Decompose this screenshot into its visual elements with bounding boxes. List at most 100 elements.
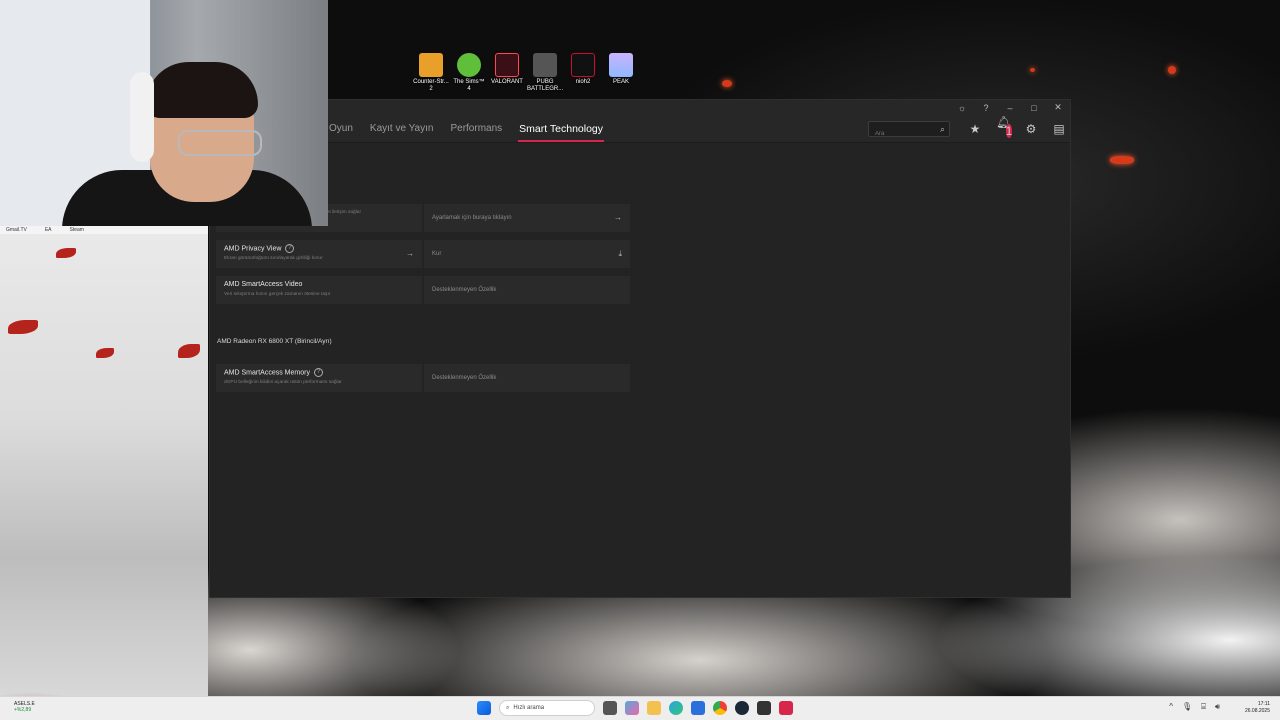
feature-action-label: Ayarlamak için buraya tıklayın bbox=[432, 215, 512, 221]
feature-description: Ekran görünürlüğünü sınırlayarak gizlili… bbox=[224, 256, 323, 262]
notification-badge: 1 bbox=[1005, 124, 1013, 138]
arrow-right-icon: → bbox=[614, 213, 622, 222]
sidebar-toggle-icon[interactable]: ▤ bbox=[1052, 122, 1066, 136]
stock-widget[interactable]: ASELS.E +%2,89 bbox=[14, 701, 35, 713]
chevron-up-icon[interactable]: ^ bbox=[1169, 702, 1173, 712]
wallpaper-ember bbox=[722, 80, 732, 87]
help-circle-icon[interactable]: ? bbox=[285, 244, 295, 253]
feature-status: Desteklenmeyen Özellik bbox=[424, 276, 630, 304]
wallpaper-ember bbox=[1030, 68, 1035, 72]
nav-tabs: Oyun Kayıt ve Yayın Performans Smart Tec… bbox=[328, 115, 604, 143]
desktop-icon-counter-strike[interactable]: Counter-Str... 2 bbox=[413, 53, 449, 93]
peak-icon bbox=[609, 53, 633, 77]
feature-row-smartaccess-video: AMD SmartAccess Video Veri sıkıştırma hı… bbox=[216, 276, 630, 304]
microphone-icon[interactable]: 🎙︎ bbox=[1182, 702, 1192, 712]
feature-action[interactable]: Ayarlamak için buraya tıklayın → bbox=[424, 204, 630, 232]
minimize-button[interactable]: – bbox=[1004, 103, 1016, 113]
amd-software-icon[interactable] bbox=[779, 701, 793, 715]
edge-icon[interactable] bbox=[669, 701, 683, 715]
settings-gear-icon[interactable]: ⚙ bbox=[1024, 122, 1038, 136]
maximize-button[interactable]: □ bbox=[1028, 103, 1040, 113]
unsupported-label: Desteklenmeyen Özellik bbox=[432, 287, 497, 293]
falling-leaf bbox=[96, 348, 114, 358]
feature-description: Veri sıkıştırma hızını gerçek zamanın öt… bbox=[224, 292, 331, 297]
desktop-icon-label: Counter-Str... 2 bbox=[413, 79, 449, 92]
counter-strike-icon bbox=[419, 53, 443, 77]
clock[interactable]: 17:11 26.08.2025 bbox=[1245, 701, 1270, 715]
steam-icon[interactable] bbox=[735, 701, 749, 715]
bug-report-icon[interactable]: ☼ bbox=[956, 103, 968, 113]
network-icon[interactable]: ⌸ bbox=[1201, 702, 1206, 712]
feature-info: AMD SmartAccess Video Veri sıkıştırma hı… bbox=[216, 276, 422, 304]
desktop-icon-label: VALORANT bbox=[491, 79, 523, 85]
title-bar: ☼ ? – □ ✕ bbox=[210, 100, 1070, 115]
tab-oyun[interactable]: Oyun bbox=[328, 115, 354, 143]
app-window-icon[interactable] bbox=[757, 701, 771, 715]
taskbar-apps: ⌕ Hızlı arama bbox=[477, 700, 793, 716]
volume-icon[interactable]: 🔊︎ bbox=[1215, 702, 1220, 712]
glasses bbox=[178, 130, 262, 156]
taskbar-search-label: Hızlı arama bbox=[513, 705, 545, 711]
close-button[interactable]: ✕ bbox=[1052, 102, 1064, 113]
nav-icons: ★ 🔔︎1 ⚙ ▤ bbox=[968, 115, 1066, 143]
desktop-icon-pubg[interactable]: PUBG BATTLEGR... bbox=[527, 53, 563, 93]
tab-kayit-ve-yayin[interactable]: Kayıt ve Yayın bbox=[369, 115, 435, 143]
desktop-icon-valorant[interactable]: VALORANT bbox=[489, 53, 525, 93]
chrome-icon[interactable] bbox=[713, 701, 727, 715]
feature-name: AMD SmartAccess Memory bbox=[224, 369, 310, 377]
bookmark-item[interactable]: Gmail.TV bbox=[6, 227, 27, 233]
clock-date: 26.08.2025 bbox=[1244, 708, 1270, 714]
file-explorer-icon[interactable] bbox=[647, 701, 661, 715]
nioh2-icon bbox=[571, 53, 595, 77]
feature-row-smartaccess-memory: AMD SmartAccess Memory? dGPU belleğinin … bbox=[216, 364, 630, 392]
task-view-icon[interactable] bbox=[603, 701, 617, 715]
desktop-icons: Counter-Str... 2 The Sims™ 4 VALORANT PU… bbox=[413, 53, 639, 93]
desktop-icon-label: nioh2 bbox=[575, 79, 591, 85]
install-label: Kur bbox=[432, 251, 442, 257]
bookmarks-bar: Gmail.TV EA Steam bbox=[0, 226, 208, 234]
search-input[interactable] bbox=[869, 127, 931, 141]
falling-leaf bbox=[56, 248, 76, 258]
taskbar: ASELS.E +%2,89 ⌕ Hızlı arama ^ 🎙︎ ⌸ 🔊︎ 1… bbox=[0, 696, 1280, 720]
desktop-icon-sims[interactable]: The Sims™ 4 bbox=[451, 53, 487, 93]
amd-software-window: ☼ ? – □ ✕ Oyun Kayıt ve Yayın Performans… bbox=[209, 99, 1071, 598]
bookmark-item[interactable]: Steam bbox=[70, 227, 84, 233]
notifications-bell-icon[interactable]: 🔔︎1 bbox=[996, 115, 1013, 143]
bookmark-item[interactable]: EA bbox=[45, 227, 52, 233]
smart-technology-content: a net iletişim sağlar Ayarlamak için bur… bbox=[210, 144, 1070, 597]
help-icon[interactable]: ? bbox=[980, 103, 992, 113]
feature-name: AMD Privacy View bbox=[224, 245, 282, 253]
desktop-icon-peak[interactable]: PEAK bbox=[603, 53, 639, 93]
valorant-icon bbox=[495, 53, 519, 77]
clock-time: 17:11 bbox=[1257, 701, 1270, 707]
help-circle-icon[interactable]: ? bbox=[313, 368, 323, 377]
tab-smart-technology[interactable]: Smart Technology bbox=[518, 115, 604, 143]
store-icon[interactable] bbox=[691, 701, 705, 715]
favorites-star-icon[interactable]: ★ bbox=[968, 122, 982, 136]
feature-name-wrap: AMD SmartAccess Memory? bbox=[224, 368, 414, 378]
tab-performans[interactable]: Performans bbox=[449, 115, 503, 143]
search-box: ⌕ bbox=[868, 121, 950, 141]
feature-name-wrap: AMD Privacy View? bbox=[224, 244, 414, 254]
feature-name: AMD SmartAccess Video bbox=[224, 281, 303, 288]
browser-background bbox=[0, 234, 208, 696]
feature-info[interactable]: AMD Privacy View? Ekran görünürlüğünü sı… bbox=[216, 240, 422, 268]
windows-start-icon[interactable] bbox=[477, 701, 491, 715]
search-icon: ⌕ bbox=[506, 704, 510, 711]
streamer-hair bbox=[146, 62, 258, 118]
feature-row-privacy-view: AMD Privacy View? Ekran görünürlüğünü sı… bbox=[216, 240, 630, 268]
search-icon[interactable]: ⌕ bbox=[940, 124, 945, 135]
taskbar-search[interactable]: ⌕ Hızlı arama bbox=[499, 700, 595, 716]
desktop-icon-nioh2[interactable]: nioh2 bbox=[565, 53, 601, 93]
falling-leaf bbox=[8, 320, 38, 334]
pubg-icon bbox=[533, 53, 557, 77]
feature-action[interactable]: Kur ⤓ bbox=[424, 240, 630, 268]
system-tray: ^ 🎙︎ ⌸ 🔊︎ bbox=[1169, 702, 1220, 712]
headset-icon bbox=[130, 72, 154, 162]
copilot-icon[interactable] bbox=[625, 701, 639, 715]
desktop-icon-label: The Sims™ 4 bbox=[453, 79, 485, 92]
desktop-icon-label: PUBG BATTLEGR... bbox=[527, 79, 564, 92]
window-controls: ☼ ? – □ ✕ bbox=[956, 100, 1064, 115]
wallpaper-ember bbox=[1168, 66, 1176, 74]
gpu-section-title: AMD Radeon RX 6800 XT (Birincil/Ayrı) bbox=[217, 338, 332, 345]
